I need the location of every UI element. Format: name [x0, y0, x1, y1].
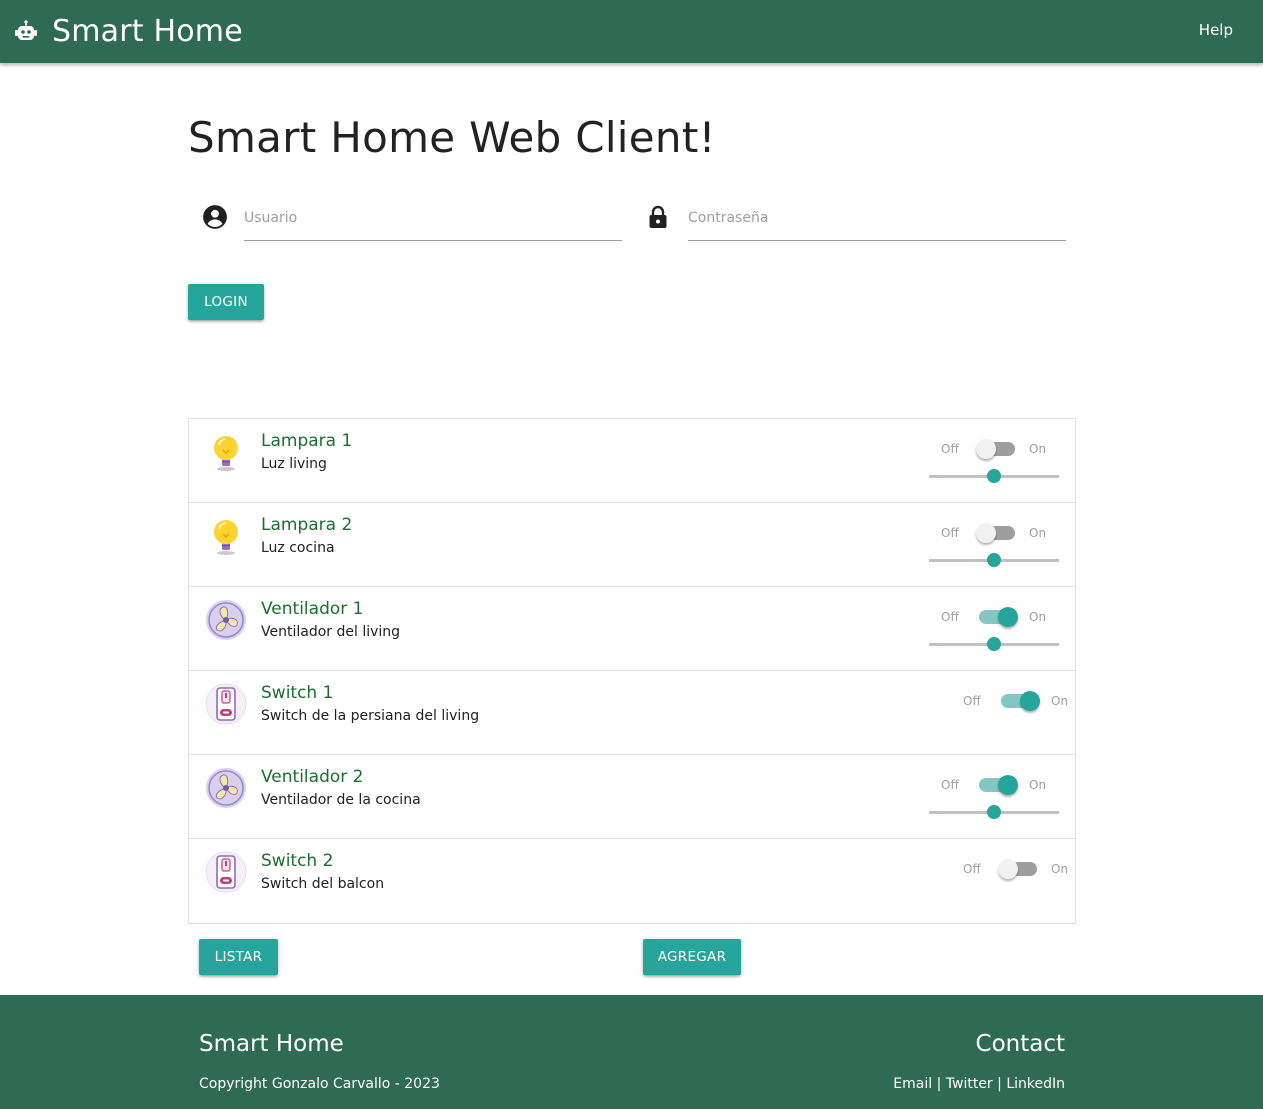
password-input[interactable]: [688, 196, 1066, 241]
toggle-switch[interactable]: [979, 607, 1018, 627]
password-field: [642, 196, 1066, 242]
toggle-switch[interactable]: [979, 775, 1018, 795]
device-item: Switch 1 Switch de la persiana del living…: [189, 671, 1075, 755]
footer-copyright: Copyright Gonzalo Carvallo - 2023: [199, 1076, 440, 1092]
email-link[interactable]: Email: [893, 1076, 932, 1092]
toggle-on-label: On: [1029, 442, 1047, 456]
device-description: Ventilador de la cocina: [261, 792, 421, 808]
device-item: Ventilador 2 Ventilador de la cocina Off On: [189, 755, 1075, 839]
device-list: Lampara 1 Luz living Off On Lampara 2 Luz coc…: [188, 418, 1076, 924]
device-toggle: Off On: [941, 607, 1059, 627]
top-navbar: Smart Home Help: [0, 0, 1263, 63]
device-toggle: Off On: [963, 859, 1081, 879]
device-toggle: Off On: [963, 691, 1081, 711]
help-link[interactable]: Help: [1199, 21, 1233, 39]
toggle-on-label: On: [1051, 862, 1069, 876]
device-name: Lampara 2: [261, 515, 353, 535]
intensity-slider[interactable]: [929, 553, 1059, 567]
username-field: [198, 196, 622, 242]
toggle-off-label: Off: [941, 442, 959, 456]
device-item: Switch 2 Switch del balcon Off On: [189, 839, 1075, 923]
toggle-switch[interactable]: [998, 859, 1037, 879]
fan-icon: [205, 767, 247, 809]
add-button[interactable]: Agregar: [643, 939, 741, 975]
device-description: Luz living: [261, 456, 327, 472]
fan-icon: [205, 599, 247, 641]
robot-icon: [15, 19, 37, 40]
page-title: Smart Home Web Client!: [188, 113, 716, 162]
toggle-off-label: Off: [941, 778, 959, 792]
toggle-knob: [998, 775, 1018, 795]
link-separator: |: [932, 1076, 946, 1092]
account-circle-icon: [203, 205, 227, 229]
device-name: Ventilador 2: [261, 767, 364, 787]
device-item: Ventilador 1 Ventilador del living Off On: [189, 587, 1075, 671]
toggle-off-label: Off: [941, 526, 959, 540]
intensity-slider[interactable]: [929, 469, 1059, 483]
toggle-off-label: Off: [941, 610, 959, 624]
linkedin-link[interactable]: LinkedIn: [1006, 1076, 1065, 1092]
toggle-knob: [976, 439, 996, 459]
device-name: Lampara 1: [261, 431, 353, 451]
lock-icon: [649, 205, 667, 228]
device-name: Ventilador 1: [261, 599, 364, 619]
toggle-on-label: On: [1029, 526, 1047, 540]
footer-contact-title: Contact: [975, 1031, 1065, 1057]
device-name: Switch 2: [261, 851, 334, 871]
toggle-knob: [998, 607, 1018, 627]
toggle-off-label: Off: [963, 862, 981, 876]
link-separator: |: [992, 1076, 1007, 1092]
slider-thumb[interactable]: [987, 637, 1001, 651]
slider-thumb[interactable]: [987, 805, 1001, 819]
device-description: Ventilador del living: [261, 624, 401, 640]
device-description: Switch del balcon: [261, 876, 385, 892]
device-item: Lampara 2 Luz cocina Off On: [189, 503, 1075, 587]
device-toggle: Off On: [941, 523, 1059, 543]
wall-switch-icon: [205, 851, 247, 893]
toggle-on-label: On: [1051, 694, 1069, 708]
footer: Smart Home Copyright Gonzalo Carvallo - …: [0, 995, 1263, 1109]
device-name: Switch 1: [261, 683, 334, 703]
device-description: Luz cocina: [261, 540, 335, 556]
device-toggle: Off On: [941, 439, 1059, 459]
toggle-off-label: Off: [963, 694, 981, 708]
login-button[interactable]: Login: [188, 284, 264, 320]
brand[interactable]: Smart Home: [14, 0, 243, 63]
username-input[interactable]: [244, 196, 622, 241]
toggle-switch[interactable]: [1001, 691, 1040, 711]
slider-thumb[interactable]: [987, 469, 1001, 483]
intensity-slider[interactable]: [929, 805, 1059, 819]
device-item: Lampara 1 Luz living Off On: [189, 419, 1075, 503]
device-description: Switch de la persiana del living: [261, 708, 480, 724]
twitter-link[interactable]: Twitter: [946, 1076, 993, 1092]
wall-switch-icon: [205, 683, 247, 725]
list-button[interactable]: Listar: [199, 939, 278, 975]
toggle-on-label: On: [1029, 778, 1047, 792]
toggle-knob: [976, 523, 996, 543]
toggle-switch[interactable]: [976, 439, 1015, 459]
footer-links: Email | Twitter | LinkedIn: [893, 1076, 1065, 1092]
lightbulb-icon: [205, 431, 247, 473]
toggle-knob: [1020, 691, 1040, 711]
footer-title: Smart Home: [199, 1031, 344, 1057]
brand-title: Smart Home: [52, 14, 243, 49]
slider-thumb[interactable]: [987, 553, 1001, 567]
toggle-switch[interactable]: [976, 523, 1015, 543]
toggle-knob: [998, 859, 1018, 879]
intensity-slider[interactable]: [929, 637, 1059, 651]
lightbulb-icon: [205, 515, 247, 557]
toggle-on-label: On: [1029, 610, 1047, 624]
device-toggle: Off On: [941, 775, 1059, 795]
